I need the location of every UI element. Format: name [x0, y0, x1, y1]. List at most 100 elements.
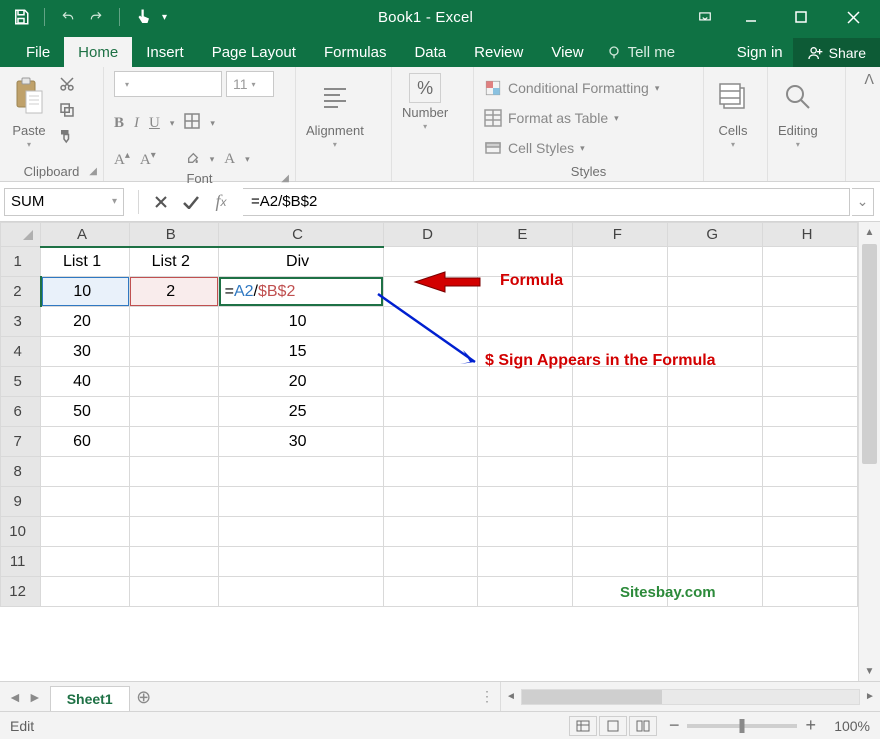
row-header[interactable]: 4	[1, 337, 41, 367]
cell[interactable]	[668, 487, 763, 517]
cell[interactable]	[478, 307, 573, 337]
dialog-launcher-icon[interactable]: ◢	[89, 166, 97, 177]
underline-button[interactable]: U	[149, 115, 160, 132]
maximize-button[interactable]	[776, 0, 826, 34]
zoom-slider[interactable]	[687, 724, 797, 728]
cell[interactable]	[383, 247, 478, 277]
name-box-input[interactable]	[11, 193, 91, 210]
enter-formula-icon[interactable]	[177, 188, 205, 216]
horizontal-scrollbar[interactable]: ◄ ►	[500, 682, 880, 711]
cell[interactable]	[383, 367, 478, 397]
cell[interactable]	[478, 337, 573, 367]
cell[interactable]: 50	[41, 397, 130, 427]
row-header[interactable]: 1	[1, 247, 41, 277]
cell[interactable]	[218, 487, 383, 517]
cell[interactable]	[129, 457, 218, 487]
cell[interactable]	[383, 307, 478, 337]
format-as-table-button[interactable]: Format as Table▾	[484, 105, 619, 131]
tab-review[interactable]: Review	[460, 37, 537, 67]
view-normal-icon[interactable]	[569, 716, 597, 736]
tab-home[interactable]: Home	[64, 37, 132, 67]
cell[interactable]	[383, 277, 478, 307]
row-header[interactable]: 5	[1, 367, 41, 397]
select-all-corner[interactable]	[1, 223, 41, 247]
cell[interactable]	[478, 547, 573, 577]
cell[interactable]	[218, 577, 383, 607]
cancel-formula-icon[interactable]	[147, 188, 175, 216]
cell[interactable]	[478, 577, 573, 607]
cell[interactable]	[763, 307, 858, 337]
alignment-button[interactable]: Alignment▾	[306, 71, 364, 149]
cell[interactable]	[129, 337, 218, 367]
cell[interactable]	[478, 247, 573, 277]
zoom-out-button[interactable]: −	[669, 715, 680, 736]
cell[interactable]	[383, 517, 478, 547]
editing-button[interactable]: Editing▾	[778, 71, 818, 149]
cell[interactable]	[763, 517, 858, 547]
cell[interactable]	[41, 517, 130, 547]
cell[interactable]	[383, 547, 478, 577]
row-header[interactable]: 10	[1, 517, 41, 547]
cell[interactable]	[129, 517, 218, 547]
cell[interactable]	[573, 247, 668, 277]
col-header[interactable]: F	[573, 223, 668, 247]
cell[interactable]	[573, 337, 668, 367]
cell[interactable]	[573, 577, 668, 607]
cell[interactable]	[41, 547, 130, 577]
cell[interactable]	[668, 457, 763, 487]
cell[interactable]	[129, 547, 218, 577]
cell[interactable]	[763, 577, 858, 607]
cell[interactable]	[573, 457, 668, 487]
paste-button[interactable]: Paste ▾	[10, 71, 48, 149]
increase-font-icon[interactable]: A▴	[114, 150, 130, 169]
row-header[interactable]: 2	[1, 277, 41, 307]
cell[interactable]: 30	[218, 427, 383, 457]
cell[interactable]	[218, 517, 383, 547]
cell[interactable]	[129, 487, 218, 517]
cell[interactable]: 2	[129, 277, 218, 307]
tab-page-layout[interactable]: Page Layout	[198, 37, 310, 67]
font-name-combo[interactable]: ▾	[114, 71, 222, 97]
row-header[interactable]: 11	[1, 547, 41, 577]
col-header[interactable]: E	[478, 223, 573, 247]
cell[interactable]	[478, 457, 573, 487]
zoom-level[interactable]: 100%	[824, 718, 870, 734]
cell[interactable]	[129, 427, 218, 457]
expand-formula-bar-icon[interactable]: ⌄	[852, 188, 874, 216]
cell[interactable]	[41, 457, 130, 487]
italic-button[interactable]: I	[134, 115, 139, 132]
insert-function-icon[interactable]: fx	[207, 188, 235, 216]
cell[interactable]	[383, 487, 478, 517]
cell[interactable]: 20	[41, 307, 130, 337]
cell[interactable]: 30	[41, 337, 130, 367]
scroll-up-icon[interactable]: ▲	[859, 222, 880, 242]
scroll-right-icon[interactable]: ►	[860, 691, 880, 702]
cell[interactable]	[573, 517, 668, 547]
cell[interactable]	[763, 457, 858, 487]
tab-file[interactable]: File	[12, 37, 64, 67]
formula-bar[interactable]	[243, 188, 850, 216]
row-header[interactable]: 9	[1, 487, 41, 517]
font-color-button[interactable]: A	[224, 151, 235, 168]
cell-styles-button[interactable]: Cell Styles▾	[484, 135, 585, 161]
cell[interactable]	[41, 577, 130, 607]
cell[interactable]	[763, 487, 858, 517]
sheet-nav-next-icon[interactable]: ►	[28, 689, 42, 705]
cut-icon[interactable]	[56, 75, 78, 93]
cell[interactable]	[383, 577, 478, 607]
cell[interactable]	[668, 577, 763, 607]
cell[interactable]	[478, 487, 573, 517]
decrease-font-icon[interactable]: A▾	[140, 150, 156, 169]
zoom-in-button[interactable]: +	[805, 715, 816, 736]
scroll-left-icon[interactable]: ◄	[501, 691, 521, 702]
cell[interactable]	[668, 247, 763, 277]
cell[interactable]: 10	[218, 307, 383, 337]
cell-editing[interactable]: =A2/$B$2	[218, 277, 383, 307]
split-handle-icon[interactable]: ⋮	[480, 688, 500, 705]
tab-view[interactable]: View	[537, 37, 597, 67]
cell[interactable]	[129, 367, 218, 397]
undo-icon[interactable]	[59, 10, 77, 24]
cell[interactable]: 60	[41, 427, 130, 457]
bold-button[interactable]: B	[114, 115, 124, 132]
cell[interactable]	[573, 307, 668, 337]
